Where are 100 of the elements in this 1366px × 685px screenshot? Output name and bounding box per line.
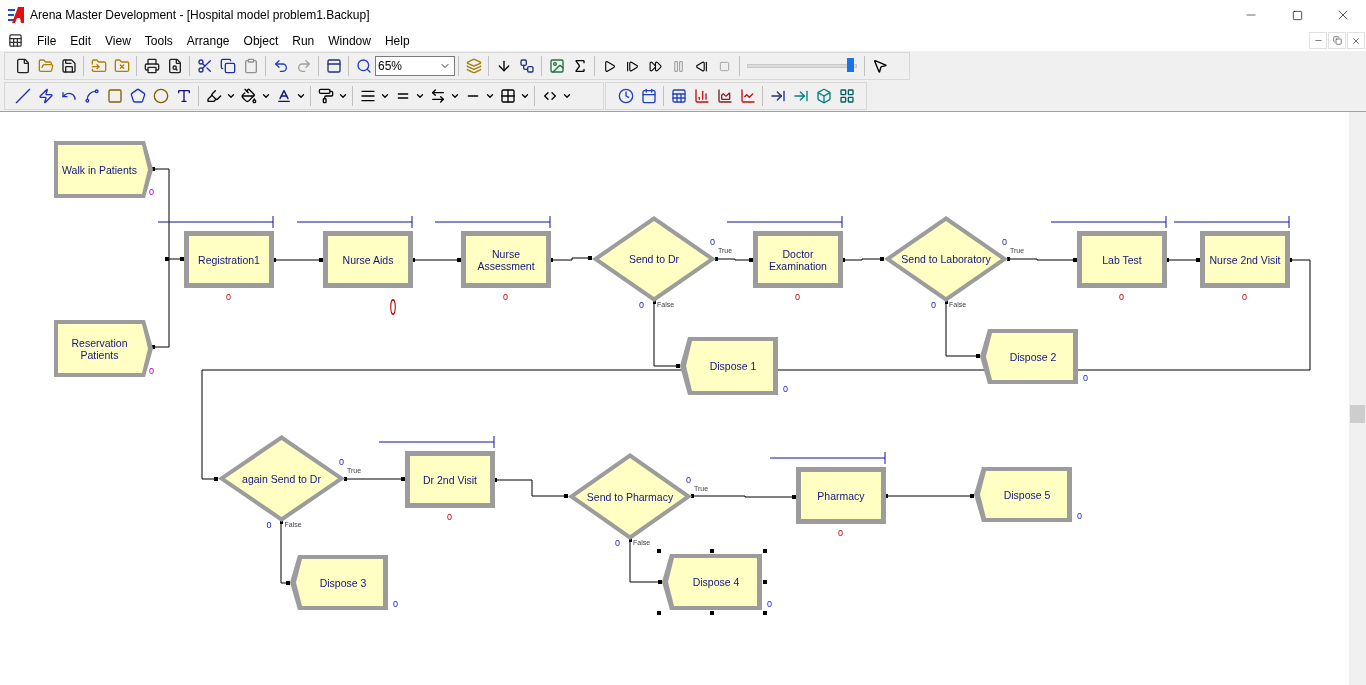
process-module: Pharmacy: [796, 467, 886, 524]
zoom-dropdown[interactable]: 65%: [375, 56, 455, 76]
entity-count: 0: [389, 297, 397, 319]
dispose-module: Dispose 3: [290, 555, 388, 610]
box-icon[interactable]: [106, 88, 123, 104]
entity-count: 0: [1083, 374, 1088, 383]
document-icon[interactable]: [7, 33, 23, 48]
entity-count: 0: [226, 293, 231, 302]
entity-count: 0: [393, 600, 398, 609]
play-icon[interactable]: [603, 59, 616, 73]
menu-item[interactable]: Tools: [137, 31, 180, 50]
polyline-icon[interactable]: [37, 88, 54, 104]
menu-item[interactable]: Run: [285, 31, 322, 50]
paste-icon[interactable]: [242, 58, 259, 74]
menu-item[interactable]: Object: [236, 31, 286, 50]
window-title: Arena Master Development - [Hospital model problem1.Backup]: [30, 7, 370, 24]
entity-count: 0: [339, 457, 344, 467]
fill-pattern-icon[interactable]: [499, 88, 516, 104]
window-layout-icon[interactable]: [325, 58, 342, 74]
close-icon[interactable]: [1351, 35, 1361, 46]
caret-icon[interactable]: [485, 91, 495, 101]
arrow-style-icon[interactable]: [429, 88, 446, 104]
line-width-icon[interactable]: [359, 88, 376, 104]
route-icon[interactable]: [792, 88, 809, 104]
queue-icon[interactable]: [769, 88, 786, 104]
process-module: Nurse Assessment: [461, 231, 551, 288]
flowchart-icon[interactable]: [518, 58, 535, 74]
fill-color-icon[interactable]: [240, 88, 257, 104]
new-file-icon[interactable]: [14, 58, 31, 74]
folder-import-icon[interactable]: [90, 58, 107, 74]
cut-icon[interactable]: [196, 58, 213, 74]
caret-icon[interactable]: [450, 91, 460, 101]
transporter-icon[interactable]: [838, 88, 855, 104]
copy-icon[interactable]: [219, 58, 236, 74]
text-color-icon[interactable]: [275, 88, 292, 104]
caret-icon[interactable]: [226, 91, 236, 101]
station-icon[interactable]: [815, 88, 832, 104]
save-icon[interactable]: [60, 58, 77, 74]
background-color-icon[interactable]: [317, 88, 334, 104]
line-color-icon[interactable]: [205, 88, 222, 104]
menu-item[interactable]: Edit: [63, 31, 99, 50]
caret-icon[interactable]: [415, 91, 425, 101]
caret-icon[interactable]: [261, 91, 271, 101]
dispose-module: Dispose 4: [662, 554, 762, 610]
folder-icon[interactable]: [37, 58, 54, 74]
entity-count: 0: [931, 301, 936, 310]
image-icon[interactable]: [548, 58, 565, 74]
caret-icon[interactable]: [338, 91, 348, 101]
plot-icon[interactable]: [739, 88, 756, 104]
text-icon[interactable]: [175, 88, 192, 104]
app-logo-icon: [8, 7, 24, 23]
caret-icon[interactable]: [296, 91, 306, 101]
variable-icon[interactable]: [670, 88, 687, 104]
vertical-scrollbar[interactable]: [1349, 112, 1366, 685]
menu-item[interactable]: View: [98, 31, 138, 50]
menu-item[interactable]: Arrange: [179, 31, 237, 50]
entity-count: 0: [686, 475, 691, 485]
caret-icon[interactable]: [562, 91, 572, 101]
polygon-icon[interactable]: [129, 88, 146, 104]
scroll-thumb[interactable]: [1350, 405, 1365, 423]
restore-icon[interactable]: [1332, 36, 1342, 45]
clock-icon[interactable]: [617, 88, 634, 104]
folder-delete-icon[interactable]: [113, 58, 130, 74]
menu-item[interactable]: File: [30, 31, 64, 50]
entity-count: 0: [1242, 293, 1247, 302]
entity-count: 0: [783, 385, 788, 394]
entity-count: 0: [795, 293, 800, 302]
connector-line: [629, 538, 663, 584]
calendar-icon[interactable]: [640, 88, 657, 104]
entity-count: 0: [710, 238, 715, 247]
help-pointer-icon[interactable]: [871, 58, 888, 74]
curve-icon[interactable]: [83, 88, 100, 104]
menu-item[interactable]: Window: [321, 31, 378, 50]
process-module: Nurse Aids: [323, 231, 413, 288]
entity-count: 0: [1119, 293, 1124, 302]
entity-count: 0: [149, 367, 154, 376]
level-icon[interactable]: [693, 88, 710, 104]
caret-icon[interactable]: [380, 91, 390, 101]
rewind-icon[interactable]: [695, 59, 708, 73]
dispose-module: Dispose 1: [680, 337, 778, 395]
histogram-icon[interactable]: [716, 88, 733, 104]
ellipse-icon[interactable]: [152, 88, 169, 104]
process-module: Nurse 2nd Visit: [1200, 231, 1290, 288]
entity-count: 0: [447, 513, 452, 522]
slider-thumb[interactable]: [846, 58, 854, 72]
menu-item[interactable]: Help: [377, 31, 417, 50]
caret-icon[interactable]: [520, 91, 530, 101]
fast-forward-icon[interactable]: [649, 59, 662, 73]
process-module: Dr 2nd Visit: [405, 451, 495, 508]
maximize-icon[interactable]: [1291, 9, 1303, 21]
process-module: Doctor Examination: [753, 231, 843, 288]
line-icon[interactable]: [14, 88, 31, 104]
search-icon[interactable]: [355, 58, 372, 74]
printer-icon[interactable]: [143, 58, 160, 74]
process-module: Lab Test: [1077, 231, 1167, 288]
print-preview-icon[interactable]: [166, 58, 183, 74]
entity-count: 0: [1002, 238, 1007, 247]
layers-icon[interactable]: [465, 58, 482, 74]
undo-icon[interactable]: [272, 58, 289, 74]
step-icon[interactable]: [626, 59, 639, 73]
